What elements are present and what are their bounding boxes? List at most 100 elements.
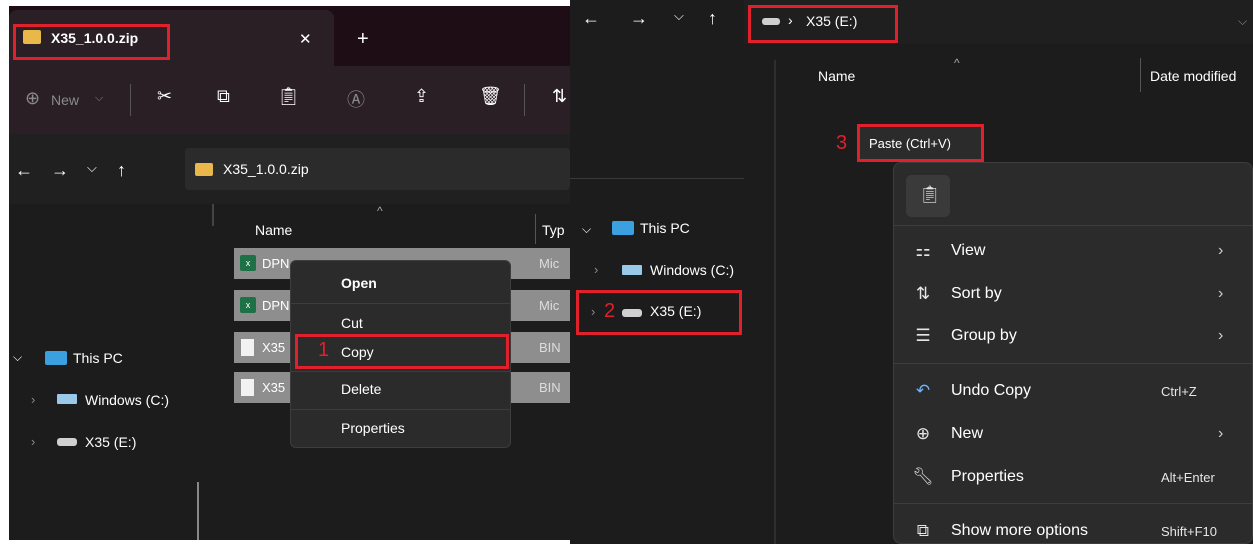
pane-divider [212, 204, 214, 226]
chevron-right-icon: › [1218, 425, 1224, 442]
address-highlight [748, 5, 898, 43]
back-icon[interactable]: ← [15, 160, 33, 181]
cut-icon[interactable]: ✂ [157, 86, 172, 107]
nav-x35[interactable]: X35 (E:) [650, 303, 701, 319]
step-number-2: 2 [604, 300, 616, 322]
menu-item-new[interactable]: ⊕ New › [894, 415, 1253, 455]
share-icon[interactable]: ⇪ [414, 86, 429, 107]
new-button[interactable]: New [51, 92, 79, 108]
rename-icon[interactable]: Ⓐ [347, 86, 365, 112]
pane-divider [774, 60, 776, 544]
zip-folder-icon [195, 163, 213, 176]
new-tab-icon[interactable]: + [357, 28, 369, 51]
chevron-right-icon[interactable]: › [591, 304, 595, 319]
menu-label: Undo Copy [951, 382, 1032, 399]
nav-this-pc[interactable]: This PC [73, 350, 123, 366]
chevron-down-icon[interactable]: ⌵ [582, 222, 591, 237]
column-name[interactable]: Name [255, 222, 292, 238]
address-bar[interactable]: X35_1.0.0.zip [185, 148, 570, 190]
group-icon: ☰ [915, 326, 931, 345]
file-name: DPN [262, 298, 290, 313]
menu-open[interactable]: Open [341, 275, 377, 291]
menu-item-undo-copy[interactable]: ↶ Undo Copy Ctrl+Z [894, 372, 1253, 412]
chevron-down-icon[interactable]: ⌵ [13, 350, 22, 365]
nav-this-pc[interactable]: This PC [640, 220, 690, 236]
folder-context-menu: 📋︎ ⚏ View › ⇅ Sort by › ☰ Group by › ↶ U… [893, 162, 1253, 544]
sort-icon[interactable]: ⇅ [552, 86, 567, 107]
chevron-right-icon: › [1218, 242, 1224, 259]
file-type: BIN [539, 380, 561, 395]
tab-close-icon[interactable]: ✕ [299, 30, 312, 48]
view-icon: ⚏ [915, 241, 931, 260]
menu-cut[interactable]: Cut [341, 315, 363, 331]
back-icon[interactable]: ← [582, 8, 600, 29]
menu-item-view[interactable]: ⚏ View › [894, 232, 1253, 272]
column-date-modified[interactable]: Date modified [1150, 68, 1236, 84]
menu-item-show-more-options[interactable]: ⧉ Show more options Shift+F10 [894, 512, 1253, 544]
chevron-down-icon[interactable]: ⌵ [1238, 14, 1247, 29]
menu-separator [894, 225, 1252, 226]
menu-label: View [951, 242, 986, 259]
pane-divider [570, 178, 765, 179]
nav-windows[interactable]: Windows (C:) [650, 262, 734, 278]
pc-icon [612, 221, 634, 235]
screenshot-canvas: X35_1.0.0.zip ✕ + ⊕ New ⌵ ✂ ⧉ 📋︎ Ⓐ ⇪ 🗑︎ … [0, 0, 1253, 544]
excel-file-icon: x [240, 297, 256, 313]
new-icon: ⊕ [915, 424, 931, 443]
toolbar: ⊕ New ⌵ ✂ ⧉ 📋︎ Ⓐ ⇪ 🗑︎ ⇅ [9, 66, 570, 134]
menu-separator [291, 371, 510, 372]
forward-icon[interactable]: → [51, 160, 69, 181]
step-number-1: 1 [318, 339, 330, 361]
drive-icon [57, 438, 77, 446]
file-type: BIN [539, 340, 561, 355]
column-type[interactable]: Typ [542, 222, 565, 238]
tab-highlight [13, 24, 170, 60]
address-bar-row: ← → ⌵ ↑ X35_1.0.0.zip [9, 134, 570, 204]
file-name: X35 [262, 380, 286, 395]
column-divider [535, 214, 536, 244]
chevron-down-icon[interactable]: ⌵ [674, 8, 684, 24]
new-icon: ⊕ [25, 88, 41, 108]
drive-icon [622, 309, 642, 317]
address-text: X35_1.0.0.zip [223, 161, 309, 177]
chevron-right-icon[interactable]: › [31, 392, 35, 407]
paste-button[interactable]: 📋︎ [906, 175, 950, 217]
more-options-icon: ⧉ [916, 521, 930, 540]
sort-arrow-icon: ^ [954, 56, 960, 70]
sort-arrow-icon: ^ [377, 204, 383, 218]
menu-label: Show more options [951, 522, 1088, 539]
pane-divider [197, 482, 199, 540]
menu-shortcut: Ctrl+Z [1161, 384, 1197, 399]
wrench-icon: 🔧︎ [912, 467, 934, 486]
up-icon[interactable]: ↑ [117, 160, 126, 181]
menu-separator [291, 303, 510, 304]
chevron-right-icon[interactable]: › [31, 434, 35, 449]
menu-item-group-by[interactable]: ☰ Group by › [894, 317, 1253, 357]
file-type: Mic [539, 298, 560, 313]
chevron-right-icon: › [1218, 327, 1224, 344]
column-name[interactable]: Name [818, 68, 855, 84]
menu-item-properties[interactable]: 🔧︎ Properties Alt+Enter [894, 458, 1253, 498]
nav-x35[interactable]: X35 (E:) [85, 434, 136, 450]
up-icon[interactable]: ↑ [708, 8, 717, 29]
menu-label: Properties [951, 468, 1024, 485]
copy-icon[interactable]: ⧉ [217, 86, 230, 107]
menu-shortcut: Shift+F10 [1161, 524, 1218, 539]
excel-file-icon: x [240, 255, 256, 271]
menu-delete[interactable]: Delete [341, 381, 381, 397]
menu-properties[interactable]: Properties [341, 420, 405, 436]
paste-icon[interactable]: 📋︎ [277, 86, 300, 107]
menu-separator [894, 363, 1252, 364]
chevron-down-icon[interactable]: ⌵ [87, 160, 97, 176]
chevron-down-icon: ⌵ [95, 92, 104, 104]
sort-icon: ⇅ [915, 284, 931, 303]
delete-icon[interactable]: 🗑︎ [479, 86, 502, 107]
forward-icon[interactable]: → [630, 8, 648, 29]
nav-windows[interactable]: Windows (C:) [85, 392, 169, 408]
paste-tooltip: Paste (Ctrl+V) [857, 124, 984, 162]
menu-label: Group by [951, 327, 1017, 344]
menu-item-sort-by[interactable]: ⇅ Sort by › [894, 275, 1253, 315]
menu-label: New [951, 425, 984, 442]
file-name: X35 [262, 340, 286, 355]
chevron-right-icon[interactable]: › [594, 262, 598, 277]
